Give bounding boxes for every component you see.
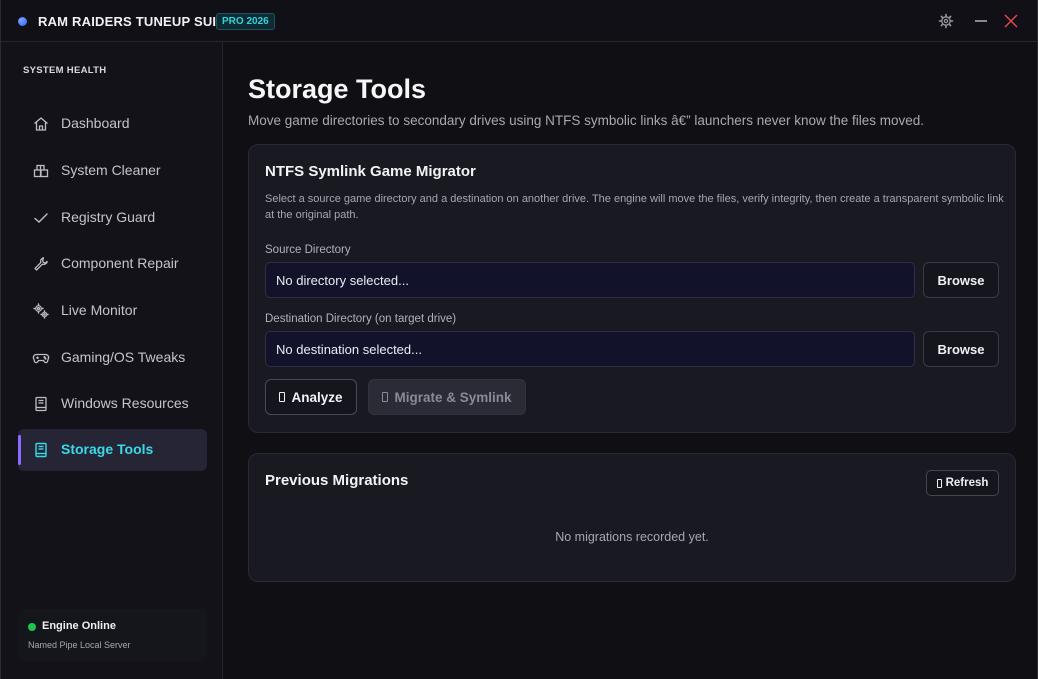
sidebar-item-windows-resources[interactable]: Windows Resources (18, 383, 207, 425)
engine-status-detail: Named Pipe Local Server (28, 640, 131, 650)
page-subtitle: Move game directories to secondary drive… (248, 113, 925, 128)
sidebar-heading: SYSTEM HEALTH (23, 65, 107, 76)
analyze-icon (279, 392, 286, 402)
sidebar-item-label: Dashboard (61, 115, 130, 131)
previous-migrations-card: Previous Migrations Refresh No migration… (248, 453, 1016, 582)
title-bar: RAM RAIDERS TUNEUP SUITE PRO 2026 (1, 0, 1037, 42)
sidebar-item-system-cleaner[interactable]: System Cleaner (18, 150, 207, 192)
sidebar-item-label: Live Monitor (61, 302, 138, 318)
book-icon (32, 395, 50, 413)
migrate-icon (382, 392, 389, 402)
cleaner-icon (32, 162, 50, 180)
sidebar-item-component-repair[interactable]: Component Repair (18, 243, 207, 285)
destination-directory-input[interactable] (265, 331, 915, 367)
card-description: Select a source game directory and a des… (265, 193, 1004, 221)
card-title: NTFS Symlink Game Migrator (265, 163, 476, 180)
gamepad-icon (32, 349, 50, 367)
card-title: Previous Migrations (265, 472, 409, 489)
empty-state-text: No migrations recorded yet. (555, 530, 709, 544)
page-title: Storage Tools (248, 74, 427, 104)
wrench-icon (32, 255, 50, 273)
refresh-icon (936, 478, 942, 488)
symlink-migrator-card: NTFS Symlink Game Migrator Select a sour… (248, 144, 1016, 433)
sidebar-item-registry-guard[interactable]: Registry Guard (18, 197, 207, 239)
sidebar-item-dashboard[interactable]: Dashboard (18, 103, 207, 145)
source-directory-input[interactable] (265, 262, 915, 298)
app-logo-icon (18, 17, 27, 26)
close-icon[interactable] (1002, 12, 1020, 30)
settings-gear-icon[interactable] (937, 12, 955, 30)
sidebar-item-storage-tools[interactable]: Storage Tools (18, 429, 207, 471)
migrate-button-label: Migrate & Symlink (394, 389, 512, 405)
sidebar-item-label: System Cleaner (61, 162, 161, 178)
analyze-button-label: Analyze (291, 389, 343, 405)
source-directory-label: Source Directory (265, 244, 351, 256)
refresh-button[interactable]: Refresh (926, 470, 999, 496)
sidebar: SYSTEM HEALTH Dashboard System Cleaner R… (1, 42, 223, 679)
sidebar-item-label: Windows Resources (61, 395, 189, 411)
sidebar-item-label: Registry Guard (61, 209, 156, 225)
migrate-symlink-button[interactable]: Migrate & Symlink (368, 379, 526, 415)
engine-status-panel: Engine Online Named Pipe Local Server (18, 609, 207, 661)
destination-directory-label: Destination Directory (on target drive) (265, 313, 457, 325)
engine-status-text: Engine Online (42, 620, 116, 632)
home-icon (32, 115, 50, 133)
main-content: Storage Tools Move game directories to s… (223, 42, 1038, 679)
checkmark-icon (32, 209, 50, 227)
sidebar-item-gaming-os-tweaks[interactable]: Gaming/OS Tweaks (18, 337, 207, 379)
refresh-button-label: Refresh (945, 477, 989, 489)
minimize-icon[interactable] (972, 12, 990, 30)
storage-icon (32, 441, 50, 459)
pro-badge: PRO 2026 (216, 13, 275, 30)
app-title: RAM RAIDERS TUNEUP SUITE (38, 14, 234, 29)
sidebar-item-label: Storage Tools (61, 441, 154, 457)
sidebar-item-label: Gaming/OS Tweaks (61, 349, 186, 365)
source-browse-button[interactable]: Browse (923, 262, 999, 298)
destination-browse-button[interactable]: Browse (923, 331, 999, 367)
sidebar-item-label: Component Repair (61, 255, 179, 271)
analyze-button[interactable]: Analyze (265, 379, 357, 415)
app-window: RAM RAIDERS TUNEUP SUITE PRO 2026 SYSTEM… (0, 0, 1038, 679)
sidebar-item-live-monitor[interactable]: Live Monitor (18, 290, 207, 332)
gears-icon (32, 302, 50, 320)
status-dot-icon (28, 623, 36, 631)
